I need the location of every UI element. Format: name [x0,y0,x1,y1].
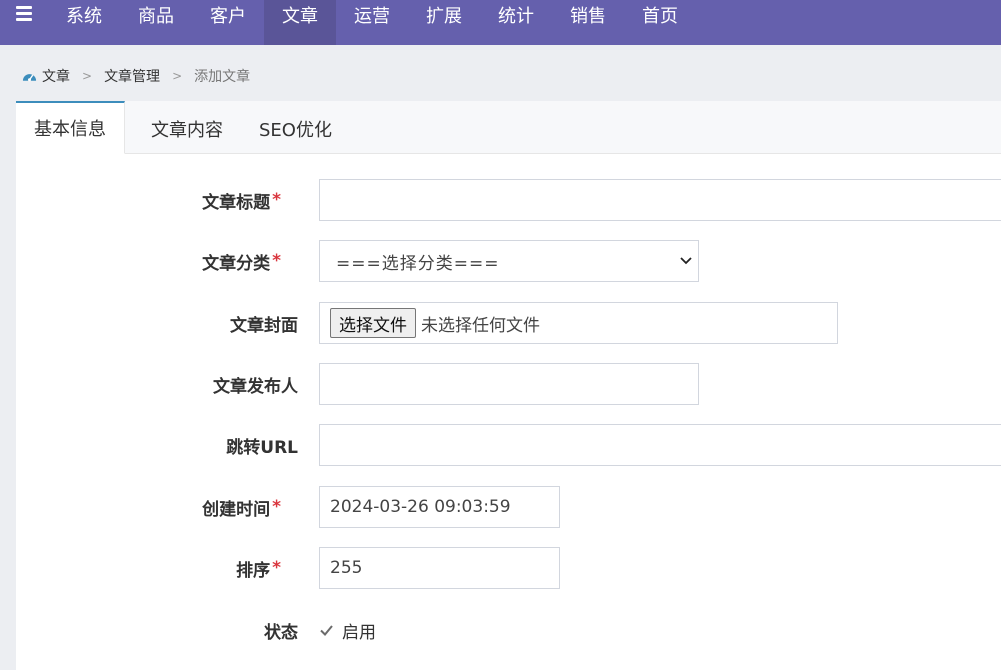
form-row-sort: 排序 * 255 [16,547,1001,589]
breadcrumb-separator: > [82,69,93,83]
status-enable-checkbox[interactable]: 启用 [319,609,376,651]
nav-item-articles[interactable]: 文章 [264,0,336,45]
required-mark: * [272,497,281,517]
category-select[interactable]: ===选择分类=== [319,240,699,282]
created-label: 创建时间 * [202,486,281,528]
sort-label-text: 排序 [236,560,271,581]
form-row-category: 文章分类 * ===选择分类=== [16,240,1001,282]
breadcrumb-item-article-management[interactable]: 文章管理 [104,66,160,86]
tab-bar: 基本信息 文章内容 SEO优化 [16,101,1001,154]
nav-item-goods[interactable]: 商品 [120,0,192,45]
url-input[interactable] [319,424,1001,466]
url-label: 跳转URL [226,424,298,466]
nav-item-operations[interactable]: 运营 [336,0,408,45]
dashboard-icon [22,74,37,82]
form-row-url: 跳转URL [16,424,1001,466]
sort-input[interactable]: 255 [319,547,560,589]
nav-item-customers[interactable]: 客户 [192,0,264,45]
breadcrumb: 文章 > 文章管理 > 添加文章 [22,66,250,86]
required-mark: * [272,558,281,578]
category-label: 文章分类 * [202,240,281,282]
form-panel: 基本信息 文章内容 SEO优化 文章标题 * 文章分类 * ===选择分类===… [16,101,1001,670]
title-label-text: 文章标题 [202,192,271,213]
cover-label-text: 文章封面 [230,315,298,336]
menu-toggle-button[interactable] [0,0,48,45]
breadcrumb-separator: > [172,69,183,83]
top-navbar: 系统 商品 客户 文章 运营 扩展 统计 销售 首页 [0,0,1001,45]
status-label-text: 状态 [264,622,298,643]
tab-basic-info[interactable]: 基本信息 [16,101,125,154]
status-label: 状态 [264,609,298,651]
url-label-text: 跳转URL [226,437,298,458]
form-row-cover: 文章封面 选择文件 未选择任何文件 [16,302,1001,344]
nav-item-statistics[interactable]: 统计 [480,0,552,45]
form-row-author: 文章发布人 [16,363,1001,405]
form-row-title: 文章标题 * [16,179,1001,221]
cover-label: 文章封面 [230,302,298,344]
required-mark: * [272,190,281,210]
author-label-text: 文章发布人 [213,376,298,397]
hamburger-icon [16,6,32,21]
chevron-down-icon [680,257,692,265]
title-input[interactable] [319,179,1001,221]
nav-item-home[interactable]: 首页 [624,0,696,45]
form-row-created: 创建时间 * 2024-03-26 09:03:59 [16,486,1001,528]
tab-seo[interactable]: SEO优化 [241,101,350,154]
file-status-text: 未选择任何文件 [421,315,540,336]
nav-item-sales[interactable]: 销售 [552,0,624,45]
category-label-text: 文章分类 [202,253,271,274]
breadcrumb-item-current: 添加文章 [194,69,251,85]
choose-file-button[interactable]: 选择文件 [330,308,416,338]
nav-item-extensions[interactable]: 扩展 [408,0,480,45]
title-label: 文章标题 * [202,179,281,221]
created-label-text: 创建时间 [202,499,271,520]
status-enable-label: 启用 [342,622,376,643]
category-selected-value: ===选择分类=== [336,253,500,274]
author-input[interactable] [319,363,699,405]
breadcrumb-item-articles[interactable]: 文章 [42,66,70,86]
created-time-input[interactable]: 2024-03-26 09:03:59 [319,486,560,528]
checkmark-icon [320,624,333,636]
nav-item-system[interactable]: 系统 [48,0,120,45]
cover-file-input: 选择文件 未选择任何文件 [319,302,838,344]
author-label: 文章发布人 [213,363,298,405]
form-row-status: 状态 启用 [16,609,1001,651]
tab-article-content[interactable]: 文章内容 [133,101,241,154]
sort-label: 排序 * [236,547,281,589]
required-mark: * [272,251,281,271]
